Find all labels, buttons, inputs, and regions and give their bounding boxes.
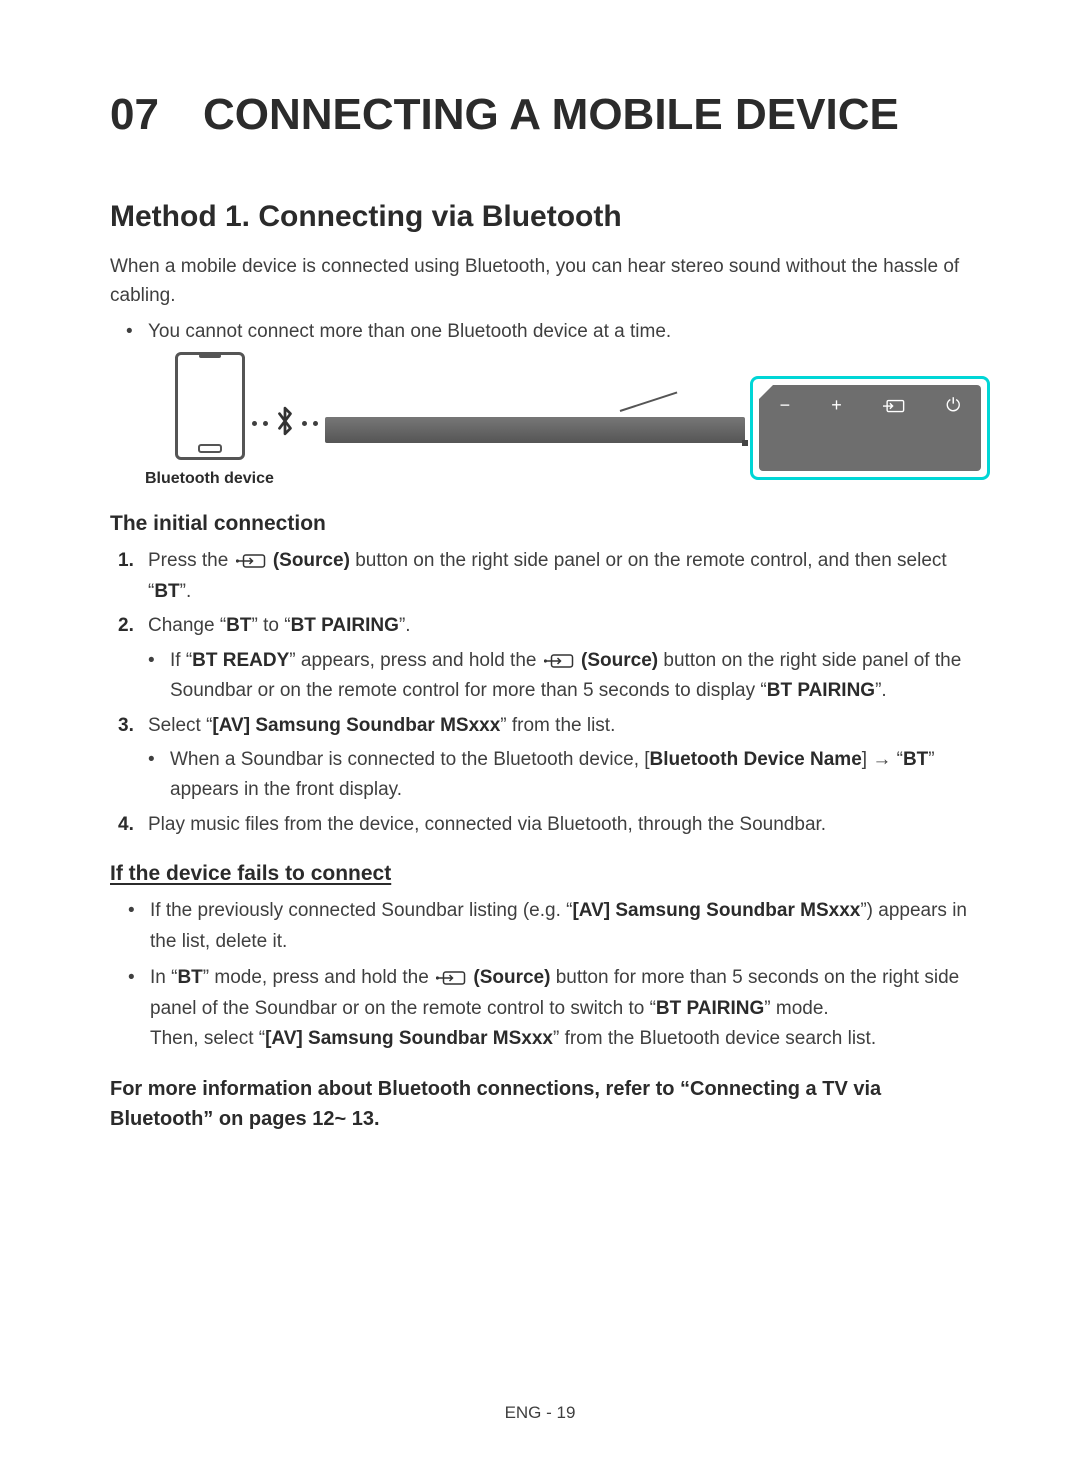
more-info-note: For more information about Bluetooth con… [110, 1074, 970, 1134]
text: button on the right side panel or on the… [148, 551, 947, 602]
bt-pairing-label: BT PAIRING [291, 615, 399, 636]
chapter-title: 07 CONNECTING A MOBILE DEVICE [110, 90, 970, 140]
step-2-sub: If “BT READY” appears, press and hold th… [148, 646, 970, 707]
connection-diagram: Bluetooth device − + ⏻ [110, 360, 970, 490]
source-label: (Source) [581, 650, 658, 671]
device-name-label: [AV] Samsung Soundbar MSxxx [572, 900, 860, 921]
subheading-fails-to-connect: If the device fails to connect [110, 862, 970, 886]
text: ” from the Bluetooth device search list. [553, 1028, 876, 1049]
bt-ready-label: BT READY [192, 650, 289, 671]
step-number: 1. [118, 546, 134, 576]
intro-paragraph: When a mobile device is connected using … [110, 252, 970, 311]
step-number: 4. [118, 810, 134, 840]
steps-list: 1. Press the (Source) button on the righ… [118, 546, 970, 840]
bt-pairing-label: BT PAIRING [656, 998, 764, 1019]
power-icon: ⏻ [946, 395, 960, 416]
source-icon [236, 546, 266, 576]
section-heading: Method 1. Connecting via Bluetooth [110, 200, 970, 234]
text: ” mode, press and hold the [203, 967, 434, 988]
bluetooth-device-name-label: Bluetooth Device Name [650, 749, 862, 770]
text: ”. [180, 581, 192, 602]
text: If “ [170, 650, 192, 671]
step-2-sub-1: If “BT READY” appears, press and hold th… [148, 646, 970, 707]
step-number: 3. [118, 711, 134, 741]
device-name-label: [AV] Samsung Soundbar MSxxx [212, 715, 500, 736]
text: Then, select “ [150, 1028, 265, 1049]
bt-label: BT [154, 581, 179, 602]
text: In “ [150, 967, 177, 988]
text: ” mode. [764, 998, 828, 1019]
text: When a Soundbar is connected to the Blue… [170, 749, 650, 770]
step-3-sub-1: When a Soundbar is connected to the Blue… [148, 745, 970, 806]
fails-bullets: If the previously connected Soundbar lis… [128, 896, 970, 1054]
intro-bullets: You cannot connect more than one Bluetoo… [148, 317, 970, 346]
remote-control-closeup: − + ⏻ [750, 376, 990, 480]
soundbar-icon [325, 417, 745, 443]
bt-label: BT [226, 615, 251, 636]
source-icon [436, 963, 466, 993]
text: Select “ [148, 715, 212, 736]
source-label: (Source) [473, 967, 550, 988]
phone-label: Bluetooth device [145, 470, 274, 488]
page-footer: ENG - 19 [0, 1403, 1080, 1423]
step-3-sub: When a Soundbar is connected to the Blue… [148, 745, 970, 806]
phone-icon [175, 352, 245, 460]
text: ” from the list. [500, 715, 615, 736]
text: ” to “ [252, 615, 291, 636]
device-name-label: [AV] Samsung Soundbar MSxxx [265, 1028, 553, 1049]
volume-down-icon: − [780, 395, 791, 416]
text: Change “ [148, 615, 226, 636]
fails-bullet-2: In “BT” mode, press and hold the (Source… [128, 963, 970, 1054]
text: Press the [148, 551, 234, 572]
step-4: 4. Play music files from the device, con… [118, 810, 970, 840]
source-label: (Source) [273, 551, 350, 572]
bluetooth-icon [274, 406, 296, 441]
text: ] → “ [862, 749, 903, 770]
volume-up-icon: + [831, 395, 842, 416]
bt-label: BT [903, 749, 928, 770]
step-2: 2. Change “BT” to “BT PAIRING”. If “BT R… [118, 611, 970, 706]
bluetooth-signal-icon [252, 406, 318, 441]
step-1: 1. Press the (Source) button on the righ… [118, 546, 970, 607]
step-number: 2. [118, 611, 134, 641]
source-icon [883, 398, 905, 414]
bt-label: BT [177, 967, 202, 988]
fails-bullet-1: If the previously connected Soundbar lis… [128, 896, 970, 957]
bt-pairing-label: BT PAIRING [767, 680, 875, 701]
text: ” appears, press and hold the [289, 650, 541, 671]
callout-line [620, 392, 678, 412]
manual-page: 07 CONNECTING A MOBILE DEVICE Method 1. … [0, 0, 1080, 1479]
text: If the previously connected Soundbar lis… [150, 900, 572, 921]
text: Play music files from the device, connec… [148, 814, 826, 835]
subheading-initial-connection: The initial connection [110, 512, 970, 536]
step-3: 3. Select “[AV] Samsung Soundbar MSxxx” … [118, 711, 970, 806]
text: ”. [875, 680, 887, 701]
source-icon [544, 646, 574, 676]
intro-bullet-1: You cannot connect more than one Bluetoo… [148, 317, 970, 346]
text: ”. [399, 615, 411, 636]
